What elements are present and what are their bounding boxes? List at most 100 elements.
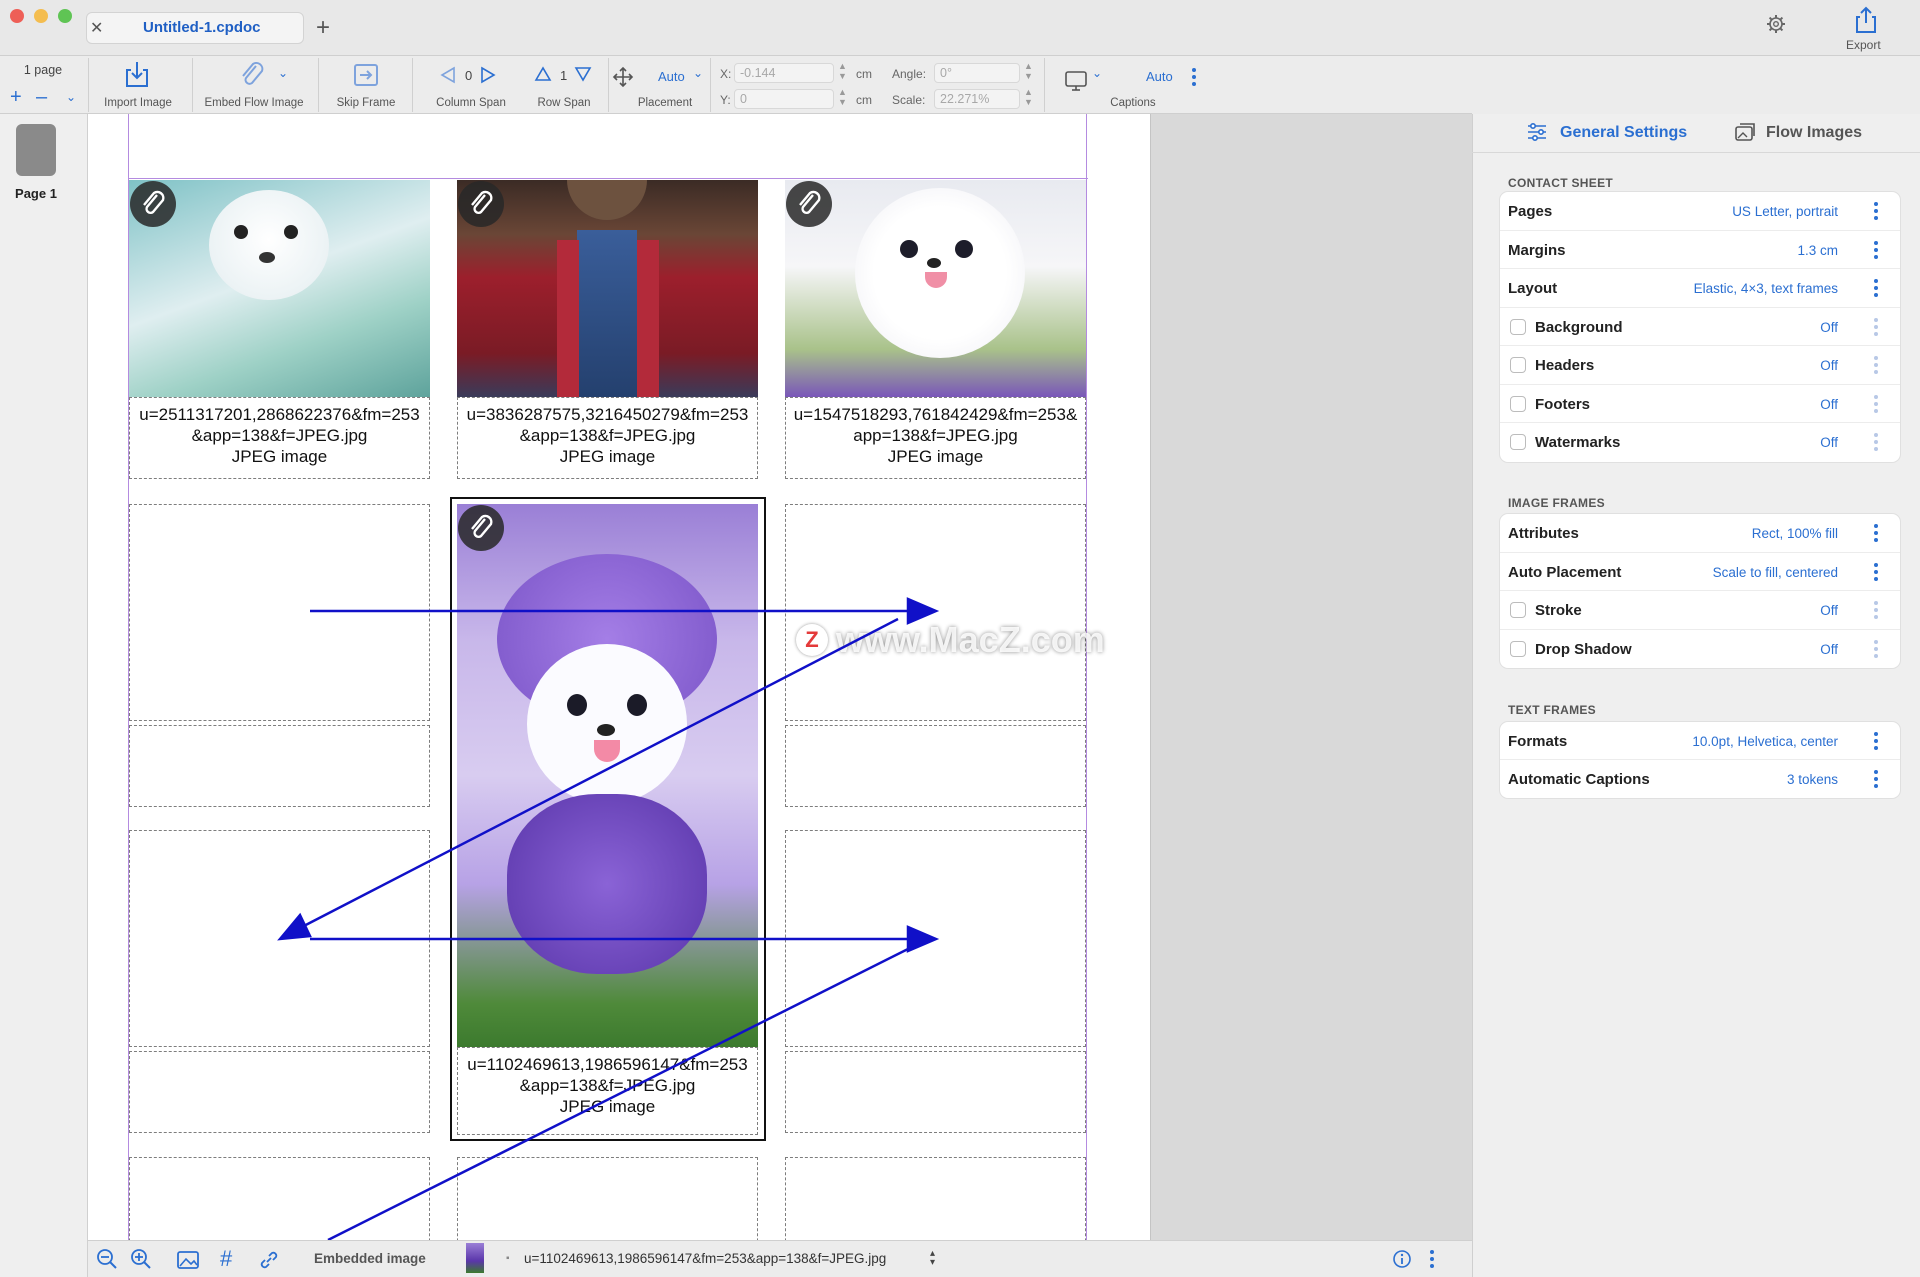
page-menu-chevron-icon[interactable]: ⌄ <box>66 90 76 104</box>
add-page-button[interactable]: + <box>10 86 22 109</box>
more-options-icon[interactable] <box>1874 639 1878 658</box>
bottom-more-icon[interactable] <box>1430 1250 1434 1268</box>
captions-more-icon[interactable] <box>1192 68 1196 86</box>
empty-image-frame[interactable] <box>785 1157 1086 1240</box>
setting-value[interactable]: Scale to fill, centered <box>1713 565 1838 580</box>
empty-image-frame[interactable] <box>785 504 1086 721</box>
zoom-in-icon[interactable] <box>130 1248 152 1270</box>
new-tab-button[interactable]: + <box>316 14 330 42</box>
more-options-icon[interactable] <box>1874 732 1878 750</box>
empty-image-frame[interactable] <box>129 1157 430 1240</box>
setting-row-layout[interactable]: Layout Elastic, 4×3, text frames <box>1500 269 1900 308</box>
triangle-right-icon[interactable] <box>480 66 496 84</box>
captions-auto-dropdown[interactable]: Auto <box>1146 69 1173 84</box>
checkbox-footers[interactable] <box>1510 395 1526 412</box>
move-arrows-icon[interactable] <box>612 66 634 88</box>
empty-caption-frame[interactable] <box>785 725 1086 807</box>
scale-stepper[interactable]: ▲ ▼ <box>1024 87 1033 107</box>
angle-stepper[interactable]: ▲ ▼ <box>1024 61 1033 81</box>
skip-frame-button[interactable]: Skip Frame <box>328 97 404 109</box>
empty-caption-frame[interactable] <box>129 1051 430 1133</box>
setting-row-margins[interactable]: Margins 1.3 cm <box>1500 231 1900 269</box>
setting-value[interactable]: Off <box>1820 603 1838 618</box>
empty-image-frame[interactable] <box>457 1157 758 1240</box>
embed-chevron-down-icon[interactable]: ⌄ <box>278 66 288 80</box>
remove-page-button[interactable]: – <box>36 86 47 109</box>
setting-value[interactable]: Off <box>1820 397 1838 412</box>
empty-image-frame[interactable] <box>129 830 430 1047</box>
skip-frame-icon[interactable] <box>353 63 379 87</box>
setting-value[interactable]: 1.3 cm <box>1797 243 1838 258</box>
setting-row-automatic-captions[interactable]: Automatic Captions 3 tokens <box>1500 760 1900 798</box>
captions-display-chevron-down-icon[interactable]: ⌄ <box>1092 66 1102 80</box>
page-thumbnail[interactable] <box>16 124 56 176</box>
setting-value[interactable]: Elastic, 4×3, text frames <box>1694 281 1838 296</box>
filename-stepper[interactable]: ▴ ▾ <box>930 1249 935 1268</box>
checkbox-stroke[interactable] <box>1510 602 1526 618</box>
tab-flow-images[interactable]: Flow Images <box>1766 124 1862 142</box>
triangle-up-icon[interactable] <box>534 66 552 82</box>
setting-row-background[interactable]: Background Off <box>1500 308 1900 346</box>
empty-image-frame[interactable] <box>785 830 1086 1047</box>
more-options-icon[interactable] <box>1874 202 1878 220</box>
zoom-out-icon[interactable] <box>96 1248 118 1270</box>
scale-input[interactable]: 22.271% <box>934 89 1020 109</box>
empty-caption-frame[interactable] <box>785 1051 1086 1133</box>
more-options-icon[interactable] <box>1874 279 1878 297</box>
y-stepper[interactable]: ▲ ▼ <box>838 87 847 107</box>
setting-value[interactable]: Off <box>1820 320 1838 335</box>
checkbox-background[interactable] <box>1510 318 1526 335</box>
minimize-window-button[interactable] <box>34 9 48 23</box>
setting-row-drop-shadow[interactable]: Drop Shadow Off <box>1500 630 1900 669</box>
page[interactable]: u=2511317201,2868622376&fm=253 &app=138&f… <box>88 114 1151 1240</box>
image-icon[interactable] <box>176 1250 200 1270</box>
paperclip-icon[interactable] <box>130 181 176 227</box>
import-image-button[interactable]: Import Image <box>98 97 178 109</box>
more-options-icon[interactable] <box>1874 240 1878 259</box>
link-icon[interactable] <box>258 1249 280 1271</box>
more-options-icon[interactable] <box>1874 394 1878 413</box>
paperclip-icon[interactable] <box>238 62 268 88</box>
empty-image-frame[interactable] <box>129 504 430 721</box>
setting-row-pages[interactable]: Pages US Letter, portrait <box>1500 192 1900 231</box>
more-options-icon[interactable] <box>1874 317 1878 336</box>
more-options-icon[interactable] <box>1874 356 1878 374</box>
more-options-icon[interactable] <box>1874 562 1878 581</box>
placement-dropdown[interactable]: Auto <box>658 69 685 84</box>
setting-value[interactable]: Off <box>1820 435 1838 450</box>
triangle-down-icon[interactable] <box>574 66 592 82</box>
paperclip-icon[interactable] <box>458 505 504 551</box>
checkbox-watermarks[interactable] <box>1510 434 1526 450</box>
dog-image-4[interactable] <box>457 504 758 1047</box>
empty-caption-frame[interactable] <box>129 725 430 807</box>
display-icon[interactable] <box>1064 70 1088 92</box>
setting-value[interactable]: Off <box>1820 642 1838 657</box>
paperclip-icon[interactable] <box>786 181 832 227</box>
setting-row-footers[interactable]: Footers Off <box>1500 385 1900 423</box>
y-input[interactable]: 0 <box>734 89 834 109</box>
setting-value[interactable]: Rect, 100% fill <box>1752 526 1838 541</box>
setting-row-attributes[interactable]: Attributes Rect, 100% fill <box>1500 514 1900 553</box>
info-icon[interactable] <box>1392 1249 1412 1269</box>
setting-row-watermarks[interactable]: Watermarks Off <box>1500 423 1900 462</box>
more-options-icon[interactable] <box>1874 601 1878 619</box>
setting-value[interactable]: 10.0pt, Helvetica, center <box>1692 734 1838 749</box>
more-options-icon[interactable] <box>1874 524 1878 542</box>
setting-value[interactable]: 3 tokens <box>1787 772 1838 787</box>
placement-chevron-down-icon[interactable]: ⌄ <box>693 66 703 80</box>
setting-row-formats[interactable]: Formats 10.0pt, Helvetica, center <box>1500 722 1900 760</box>
grid-icon[interactable]: # <box>220 1246 232 1272</box>
angle-input[interactable]: 0° <box>934 63 1020 83</box>
setting-row-auto-placement[interactable]: Auto Placement Scale to fill, centered <box>1500 553 1900 591</box>
more-options-icon[interactable] <box>1874 433 1878 451</box>
x-stepper[interactable]: ▲ ▼ <box>838 61 847 81</box>
export-icon[interactable] <box>1852 6 1880 34</box>
triangle-left-icon[interactable] <box>440 66 456 84</box>
checkbox-headers[interactable] <box>1510 357 1526 373</box>
gear-icon[interactable] <box>1766 14 1786 34</box>
import-image-icon[interactable] <box>124 60 150 88</box>
tab-close-icon[interactable]: ✕ <box>90 18 106 38</box>
embed-flow-image-button[interactable]: Embed Flow Image <box>198 97 310 109</box>
paperclip-icon[interactable] <box>458 181 504 227</box>
x-input[interactable]: -0.144 <box>734 63 834 83</box>
